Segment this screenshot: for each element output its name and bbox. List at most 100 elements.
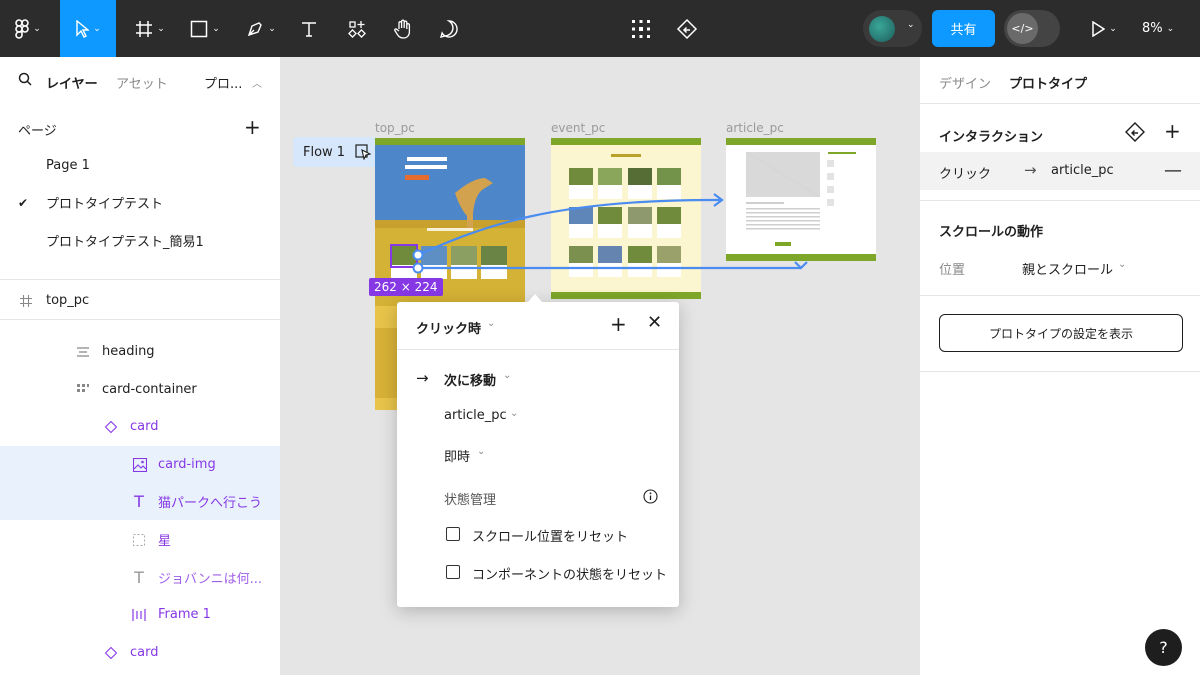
layer-label: 星 (158, 534, 172, 549)
page-item[interactable]: プロトタイプテスト_簡易1 (0, 222, 280, 259)
dev-select-button[interactable] (624, 0, 658, 57)
auto-layout-icon (75, 382, 91, 398)
destination-dropdown[interactable]: article_pc (444, 408, 507, 423)
layer-row-frame1[interactable]: Frame 1 (0, 596, 280, 633)
add-page-icon[interactable]: + (244, 115, 261, 139)
remove-interaction-icon[interactable]: — (1164, 160, 1182, 181)
text-align-icon (75, 344, 91, 360)
layer-frame-row[interactable]: top_pc (0, 282, 280, 319)
shape-tool-button[interactable]: ⌄ (182, 0, 228, 57)
interaction-details-popup: クリック時 ⌄ + ✕ → 次に移動 ⌄ article_pc ⌄ 即時 ⌄ 状… (397, 294, 679, 607)
figma-logo-icon (15, 18, 30, 39)
interaction-icon[interactable] (1124, 121, 1146, 143)
divider (920, 200, 1200, 201)
chevron-up-icon[interactable]: ︿ (252, 75, 262, 90)
zoom-value: 8% (1142, 21, 1163, 36)
add-interaction-icon[interactable]: + (1164, 119, 1181, 143)
reset-scroll-label: スクロール位置をリセット (472, 530, 629, 545)
code-icon: </> (1007, 13, 1038, 44)
resources-tool-button[interactable] (340, 0, 374, 57)
reset-component-label: コンポーネントの状態をリセット (472, 568, 668, 583)
layer-row-card[interactable]: card (0, 634, 280, 671)
reset-component-checkbox[interactable] (446, 565, 460, 579)
tab-prototype[interactable]: プロトタイプ (1009, 73, 1087, 92)
trigger-dropdown[interactable]: クリック時 (416, 318, 481, 337)
layer-row-text-selected[interactable]: T 猫パークへ行こう (0, 483, 280, 520)
search-icon[interactable] (18, 72, 32, 90)
chevron-down-icon[interactable]: ⌄ (1118, 259, 1126, 270)
layer-row-heading[interactable]: heading (0, 333, 280, 370)
chevron-down-icon: ⌄ (1166, 23, 1175, 34)
chevron-down-icon: ⌄ (907, 20, 915, 30)
move-tool-button[interactable]: ⌄ (60, 0, 116, 57)
help-button[interactable]: ? (1145, 629, 1182, 666)
chevron-down-icon: ⌄ (212, 23, 220, 34)
layer-row-text[interactable]: T ジョバンニは何... (0, 559, 280, 596)
chevron-down-icon[interactable]: ⌄ (487, 318, 495, 329)
layers-panel: レイヤー アセット プロ... ︿ ページ + Page 1 ✔ プロトタイプテ… (0, 57, 281, 675)
page-item[interactable]: Page 1 (0, 147, 280, 184)
chevron-down-icon: ⌄ (1109, 23, 1117, 34)
pen-tool-button[interactable]: ⌄ (238, 0, 284, 57)
share-button[interactable]: 共有 (932, 10, 995, 47)
chevron-down-icon[interactable]: ⌄ (510, 408, 518, 419)
comment-tool-button[interactable] (432, 0, 466, 57)
frame-hash-icon (136, 20, 153, 37)
toolbar: ⌄ ⌄ ⌄ ⌄ ⌄ ⌄ 共有 </> ⌄ 8% ⌄ (0, 0, 1200, 57)
page-label: Page 1 (46, 158, 90, 173)
zoom-menu[interactable]: 8% ⌄ (1142, 0, 1174, 57)
info-icon[interactable] (643, 489, 658, 504)
figma-menu-button[interactable]: ⌄ (8, 0, 48, 57)
page-item-active[interactable]: ✔ プロトタイプテスト (0, 184, 280, 221)
arrow-right-icon: → (1024, 161, 1037, 179)
scroll-behavior-heading: スクロールの動作 (939, 225, 1044, 240)
action-dropdown[interactable]: 次に移動 (444, 370, 496, 389)
grid-dashed-icon (632, 19, 650, 38)
page-label: プロトタイプテスト (46, 197, 164, 212)
layer-row-card-container[interactable]: card-container (0, 371, 280, 408)
check-icon: ✔ (18, 195, 29, 210)
interaction-row[interactable]: クリック → article_pc — (920, 152, 1200, 190)
divider (0, 319, 280, 320)
text-layer-icon: T (134, 492, 144, 511)
chevron-down-icon: ⌄ (93, 23, 101, 34)
tab-design[interactable]: デザイン (939, 73, 991, 92)
layer-row-card[interactable]: card (0, 408, 280, 445)
animation-dropdown[interactable]: 即時 (444, 446, 470, 465)
arrow-right-icon: → (416, 369, 429, 387)
text-icon (302, 21, 316, 37)
tab-layers[interactable]: レイヤー (46, 73, 98, 92)
dev-mode-toggle[interactable]: </> (1004, 10, 1060, 47)
layer-row-card-img[interactable]: card-img (0, 446, 280, 483)
text-tool-button[interactable] (292, 0, 326, 57)
text-layer-icon: T (134, 568, 144, 587)
interaction-icon (676, 18, 698, 39)
avatar (869, 16, 895, 42)
layer-label: card-container (102, 382, 197, 397)
frame-hash-icon (18, 293, 34, 309)
chevron-down-icon[interactable]: ⌄ (477, 446, 485, 457)
frame-tool-button[interactable]: ⌄ (128, 0, 172, 57)
tab-assets[interactable]: アセット (116, 73, 168, 92)
tab-pages-dropdown[interactable]: プロ... (204, 73, 242, 92)
position-label: 位置 (939, 263, 966, 278)
hand-icon (394, 19, 411, 39)
selection-size-badge: 262 × 224 (369, 278, 443, 296)
reset-scroll-checkbox[interactable] (446, 527, 460, 541)
present-button[interactable]: ⌄ (1084, 0, 1124, 57)
hand-tool-button[interactable] (386, 0, 420, 57)
layer-label: card (130, 645, 159, 660)
show-prototype-settings-button[interactable]: プロトタイプの設定を表示 (939, 314, 1183, 352)
instance-diamond-icon (103, 419, 119, 435)
layer-label: heading (102, 344, 155, 359)
close-icon[interactable]: ✕ (647, 312, 662, 333)
interaction-trigger: クリック (939, 167, 992, 182)
add-action-icon[interactable]: + (610, 312, 627, 336)
prototype-mode-button[interactable] (670, 0, 704, 57)
divider (920, 295, 1200, 296)
layer-row-star[interactable]: 星 (0, 521, 280, 558)
user-menu[interactable]: ⌄ (863, 10, 922, 47)
chevron-down-icon[interactable]: ⌄ (503, 370, 511, 381)
position-dropdown[interactable]: 親とスクロール (1022, 259, 1113, 278)
pages-heading: ページ (18, 124, 57, 139)
